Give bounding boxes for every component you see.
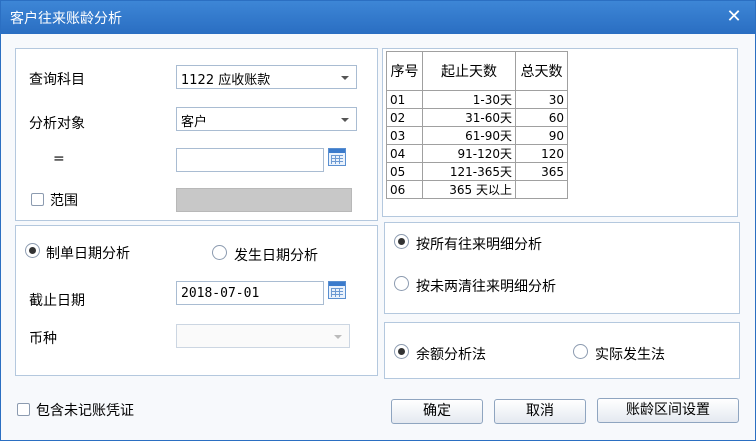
- chevron-down-icon: [341, 118, 349, 122]
- range-label: 范围: [50, 193, 78, 209]
- col-header-total: 总天数: [515, 51, 568, 91]
- query-panel: 查询科目 1122 应收账款 分析对象 客户 = 范围: [15, 48, 378, 221]
- subject-select[interactable]: 1122 应收账款: [176, 65, 357, 89]
- chevron-down-icon: [341, 76, 349, 80]
- target-label: 分析对象: [29, 116, 85, 132]
- ok-button[interactable]: 确定: [391, 399, 483, 424]
- actual-method-label: 实际发生法: [595, 347, 665, 363]
- date-panel: 制单日期分析 发生日期分析 截止日期 2018-07-01 币种: [15, 225, 378, 376]
- table-row[interactable]: 02 31-60天 60: [386, 108, 568, 127]
- table-row[interactable]: 04 91-120天 120: [386, 144, 568, 163]
- cancel-button[interactable]: 取消: [494, 399, 586, 424]
- close-icon[interactable]: ✕: [723, 6, 745, 28]
- range-field: [176, 188, 352, 212]
- uncleared-details-label: 按未两清往来明细分析: [416, 279, 556, 295]
- cutoff-date-input[interactable]: 2018-07-01: [176, 281, 324, 305]
- include-unposted-label: 包含未记账凭证: [36, 403, 134, 419]
- radio-all-details[interactable]: [394, 234, 409, 249]
- aging-table-panel: 序号 起止天数 总天数 01 1-30天 30 02 31-60天 60 03 61-90…: [382, 48, 738, 217]
- subject-label: 查询科目: [29, 72, 85, 88]
- window-title: 客户往来账龄分析: [10, 11, 122, 27]
- range-checkbox[interactable]: [31, 193, 44, 206]
- target-select[interactable]: 客户: [176, 107, 357, 131]
- aging-settings-button[interactable]: 账龄区间设置: [597, 398, 739, 423]
- calendar-icon[interactable]: [328, 281, 346, 299]
- method-panel: 余额分析法 实际发生法: [384, 322, 740, 379]
- radio-create-date[interactable]: [25, 243, 40, 258]
- cutoff-label: 截止日期: [29, 293, 85, 309]
- create-date-label: 制单日期分析: [46, 246, 130, 262]
- balance-method-label: 余额分析法: [416, 347, 486, 363]
- chevron-down-icon: [334, 335, 342, 339]
- col-header-no: 序号: [386, 51, 423, 91]
- detail-mode-panel: 按所有往来明细分析 按未两清往来明细分析: [384, 222, 740, 314]
- all-details-label: 按所有往来明细分析: [416, 237, 542, 253]
- lookup-icon[interactable]: [328, 148, 346, 166]
- target-value: 客户: [181, 115, 208, 130]
- table-row[interactable]: 06 365 天以上: [386, 180, 568, 199]
- col-header-range: 起止天数: [422, 51, 516, 91]
- aging-table: 序号 起止天数 总天数 01 1-30天 30 02 31-60天 60 03 61-90…: [386, 51, 568, 199]
- subject-value: 1122 应收账款: [181, 73, 271, 88]
- currency-select[interactable]: [176, 324, 350, 348]
- target-value-input[interactable]: [176, 148, 324, 172]
- radio-balance-method[interactable]: [394, 344, 409, 359]
- aging-analysis-dialog: 客户往来账龄分析 ✕ 查询科目 1122 应收账款 分析对象 客户 = 范围 序…: [0, 0, 756, 441]
- equals-label: =: [53, 151, 65, 167]
- currency-label: 币种: [29, 331, 57, 347]
- occur-date-label: 发生日期分析: [234, 248, 318, 264]
- radio-occur-date[interactable]: [212, 245, 227, 260]
- title-bar: 客户往来账龄分析 ✕: [1, 1, 755, 34]
- table-row[interactable]: 05 121-365天 365: [386, 162, 568, 181]
- cutoff-date-value: 2018-07-01: [181, 286, 260, 301]
- include-unposted-checkbox[interactable]: [17, 403, 30, 416]
- radio-uncleared-details[interactable]: [394, 276, 409, 291]
- table-row[interactable]: 01 1-30天 30: [386, 90, 568, 109]
- radio-actual-method[interactable]: [573, 344, 588, 359]
- table-row[interactable]: 03 61-90天 90: [386, 126, 568, 145]
